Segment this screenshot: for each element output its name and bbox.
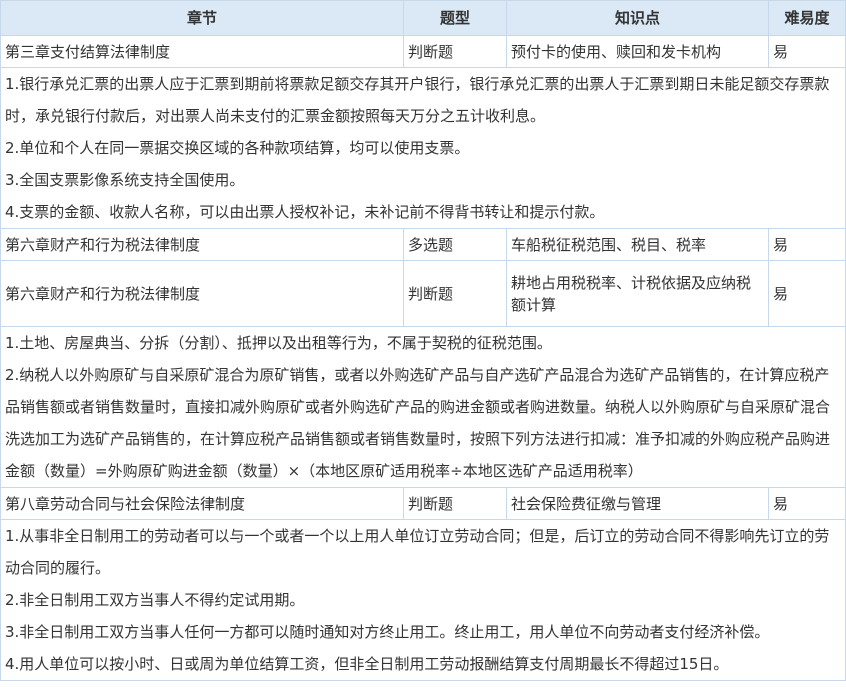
table-row: 第八章劳动合同与社会保险法律制度 判断题 社会保险费征缴与管理 易 (0, 487, 846, 520)
detail-item: 1.土地、房屋典当、分拆（分割）、抵押以及出租等行为，不属于契税的征税范围。 (5, 334, 552, 352)
detail-item: 2.单位和个人在同一票据交换区域的各种款项结算，均可以使用支票。 (5, 139, 470, 157)
detail-item: 2.非全日制用工双方当事人不得约定试用期。 (5, 591, 305, 609)
table-row: 第六章财产和行为税法律制度 多选题 车船税征税范围、税目、税率 易 (0, 228, 846, 261)
difficulty-cell: 易 (768, 487, 846, 520)
detail-row: 1.从事非全日制用工的劳动者可以与一个或者一个以上用人单位订立劳动合同；但是，后… (0, 519, 846, 681)
header-chapter: 章节 (0, 0, 404, 36)
detail-item: 4.用人单位可以按小时、日或周为单位结算工资，但非全日制用工劳动报酬结算支付周期… (5, 655, 729, 673)
header-difficulty: 难易度 (768, 0, 846, 36)
difficulty-cell: 易 (768, 35, 846, 68)
detail-item: 2.纳税人以外购原矿与自采原矿混合为原矿销售，或者以外购选矿产品与自产选矿产品混… (5, 366, 831, 480)
chapter-cell: 第六章财产和行为税法律制度 (0, 228, 404, 261)
type-cell: 判断题 (403, 487, 507, 520)
table-row: 第三章支付结算法律制度 判断题 预付卡的使用、赎回和发卡机构 易 (0, 35, 846, 68)
chapter-cell: 第三章支付结算法律制度 (0, 35, 404, 68)
type-cell: 判断题 (403, 260, 507, 327)
table-header-row: 章节 题型 知识点 难易度 (0, 0, 846, 36)
difficulty-cell: 易 (768, 260, 846, 327)
detail-item: 1.银行承兑汇票的出票人应于汇票到期前将票款足额交存其开户银行，银行承兑汇票的出… (5, 75, 830, 125)
detail-cell: 1.从事非全日制用工的劳动者可以与一个或者一个以上用人单位订立劳动合同；但是，后… (0, 519, 846, 681)
detail-row: 1.土地、房屋典当、分拆（分割）、抵押以及出租等行为，不属于契税的征税范围。 2… (0, 326, 846, 488)
detail-cell: 1.土地、房屋典当、分拆（分割）、抵押以及出租等行为，不属于契税的征税范围。 2… (0, 326, 846, 488)
type-cell: 多选题 (403, 228, 507, 261)
chapter-cell: 第六章财产和行为税法律制度 (0, 260, 404, 327)
detail-item: 1.从事非全日制用工的劳动者可以与一个或者一个以上用人单位订立劳动合同；但是，后… (5, 527, 830, 577)
knowledge-cell: 社会保险费征缴与管理 (506, 487, 769, 520)
detail-item: 3.全国支票影像系统支持全国使用。 (5, 171, 245, 189)
table-row: 第六章财产和行为税法律制度 判断题 耕地占用税税率、计税依据及应纳税额计算 易 (0, 260, 846, 327)
difficulty-cell: 易 (768, 228, 846, 261)
type-cell: 判断题 (403, 35, 507, 68)
detail-item: 3.非全日制用工双方当事人任何一方都可以随时通知对方终止用工。终止用工，用人单位… (5, 623, 770, 641)
detail-item: 4.支票的金额、收款人名称，可以由出票人授权补记，未补记前不得背书转让和提示付款… (5, 203, 605, 221)
knowledge-table: 章节 题型 知识点 难易度 第三章支付结算法律制度 判断题 预付卡的使用、赎回和… (0, 0, 846, 681)
chapter-cell: 第八章劳动合同与社会保险法律制度 (0, 487, 404, 520)
header-knowledge: 知识点 (506, 0, 769, 36)
knowledge-cell: 耕地占用税税率、计税依据及应纳税额计算 (506, 260, 769, 327)
header-type: 题型 (403, 0, 507, 36)
knowledge-cell: 预付卡的使用、赎回和发卡机构 (506, 35, 769, 68)
knowledge-cell: 车船税征税范围、税目、税率 (506, 228, 769, 261)
detail-cell: 1.银行承兑汇票的出票人应于汇票到期前将票款足额交存其开户银行，银行承兑汇票的出… (0, 67, 846, 229)
detail-row: 1.银行承兑汇票的出票人应于汇票到期前将票款足额交存其开户银行，银行承兑汇票的出… (0, 67, 846, 229)
